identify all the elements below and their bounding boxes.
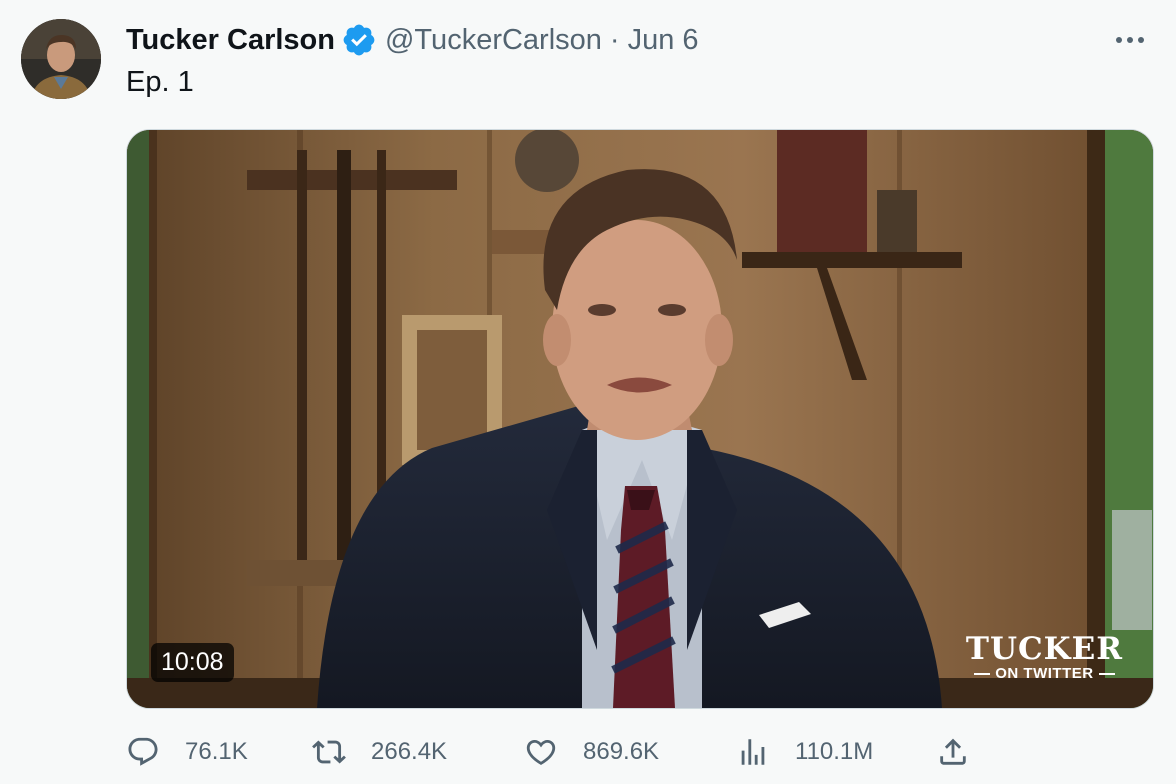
- share-icon: [940, 738, 966, 765]
- tweet-date[interactable]: Jun 6: [628, 24, 699, 57]
- author-avatar[interactable]: [21, 19, 101, 99]
- watermark-subtitle-row: ON TWITTER: [966, 665, 1123, 682]
- watermark-rule-right: [1098, 672, 1115, 675]
- watermark-subtitle: ON TWITTER: [995, 665, 1094, 682]
- avatar-photo: [21, 19, 101, 99]
- heart-icon: [526, 739, 556, 765]
- reply-count: 76.1K: [185, 738, 248, 765]
- author-display-name[interactable]: Tucker Carlson: [126, 24, 335, 57]
- video-thumbnail: [127, 130, 1153, 708]
- watermark-title: TUCKER: [965, 631, 1123, 667]
- views-bar-chart-icon: [741, 739, 765, 765]
- separator-dot: ·: [609, 23, 620, 56]
- reply-button[interactable]: 76.1K: [126, 730, 248, 774]
- share-button[interactable]: [936, 730, 970, 774]
- views-button[interactable]: 110.1M: [736, 730, 873, 774]
- reply-icon: [128, 737, 158, 766]
- views-count: 110.1M: [795, 738, 874, 765]
- watermark-rule-left: [974, 672, 991, 675]
- more-options-button[interactable]: [1110, 26, 1150, 54]
- like-button[interactable]: 869.6K: [524, 730, 659, 774]
- tweet-text: Ep. 1: [126, 66, 194, 98]
- like-count: 869.6K: [583, 738, 660, 765]
- tweet-header: Tucker Carlson @TuckerCarlson · Jun 6: [126, 20, 699, 60]
- retweet-button[interactable]: 266.4K: [312, 730, 447, 774]
- retweet-count: 266.4K: [371, 738, 448, 765]
- video-player[interactable]: 10:08 TUCKER ON TWITTER: [126, 129, 1154, 709]
- video-duration-badge: 10:08: [151, 643, 234, 682]
- tweet-action-bar: 76.1K 266.4K 869.6K 110.1M: [126, 730, 1152, 774]
- verified-badge-icon[interactable]: [341, 22, 377, 58]
- author-handle[interactable]: @TuckerCarlson: [385, 24, 602, 57]
- more-horizontal-icon: [1116, 37, 1144, 43]
- retweet-icon: [312, 740, 346, 764]
- channel-watermark: TUCKER ON TWITTER: [966, 633, 1123, 682]
- tweet-card[interactable]: Tucker Carlson @TuckerCarlson · Jun 6 Ep…: [0, 0, 1176, 784]
